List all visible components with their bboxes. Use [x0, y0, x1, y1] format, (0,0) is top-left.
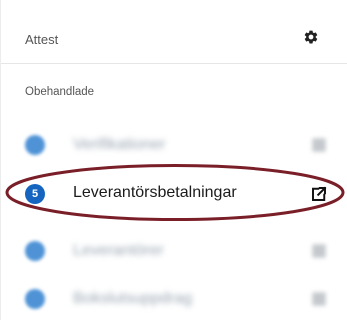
list-item-verifications[interactable]: Verifikationer: [1, 127, 347, 167]
list-item-label: Leverantörer: [73, 242, 164, 259]
count-badge: 5: [25, 184, 45, 204]
panel-header: Attest: [1, 0, 347, 64]
external-link-icon[interactable]: [310, 136, 328, 154]
external-link-icon[interactable]: [310, 290, 328, 308]
list-item-suppliers[interactable]: Leverantörer: [1, 233, 347, 273]
gear-icon[interactable]: [303, 29, 319, 45]
count-badge: [25, 241, 45, 261]
section-title-unprocessed: Obehandlade: [25, 86, 95, 98]
attest-panel: Attest Obehandlade Verifikationer 5 Leve…: [0, 0, 347, 320]
list-item-label: Verifikationer: [73, 136, 166, 153]
external-link-icon[interactable]: [310, 185, 328, 203]
list-item-supplier-payments[interactable]: 5 Leverantörsbetalningar: [1, 176, 347, 216]
list-item-label: Bokslutsuppdrag: [73, 290, 193, 307]
count-badge: [25, 289, 45, 309]
list-item-label: Leverantörsbetalningar: [73, 184, 237, 201]
count-badge: [25, 135, 45, 155]
panel-title: Attest: [25, 32, 59, 47]
external-link-icon[interactable]: [310, 242, 328, 260]
list-item-closing-tasks[interactable]: Bokslutsuppdrag: [1, 281, 347, 320]
